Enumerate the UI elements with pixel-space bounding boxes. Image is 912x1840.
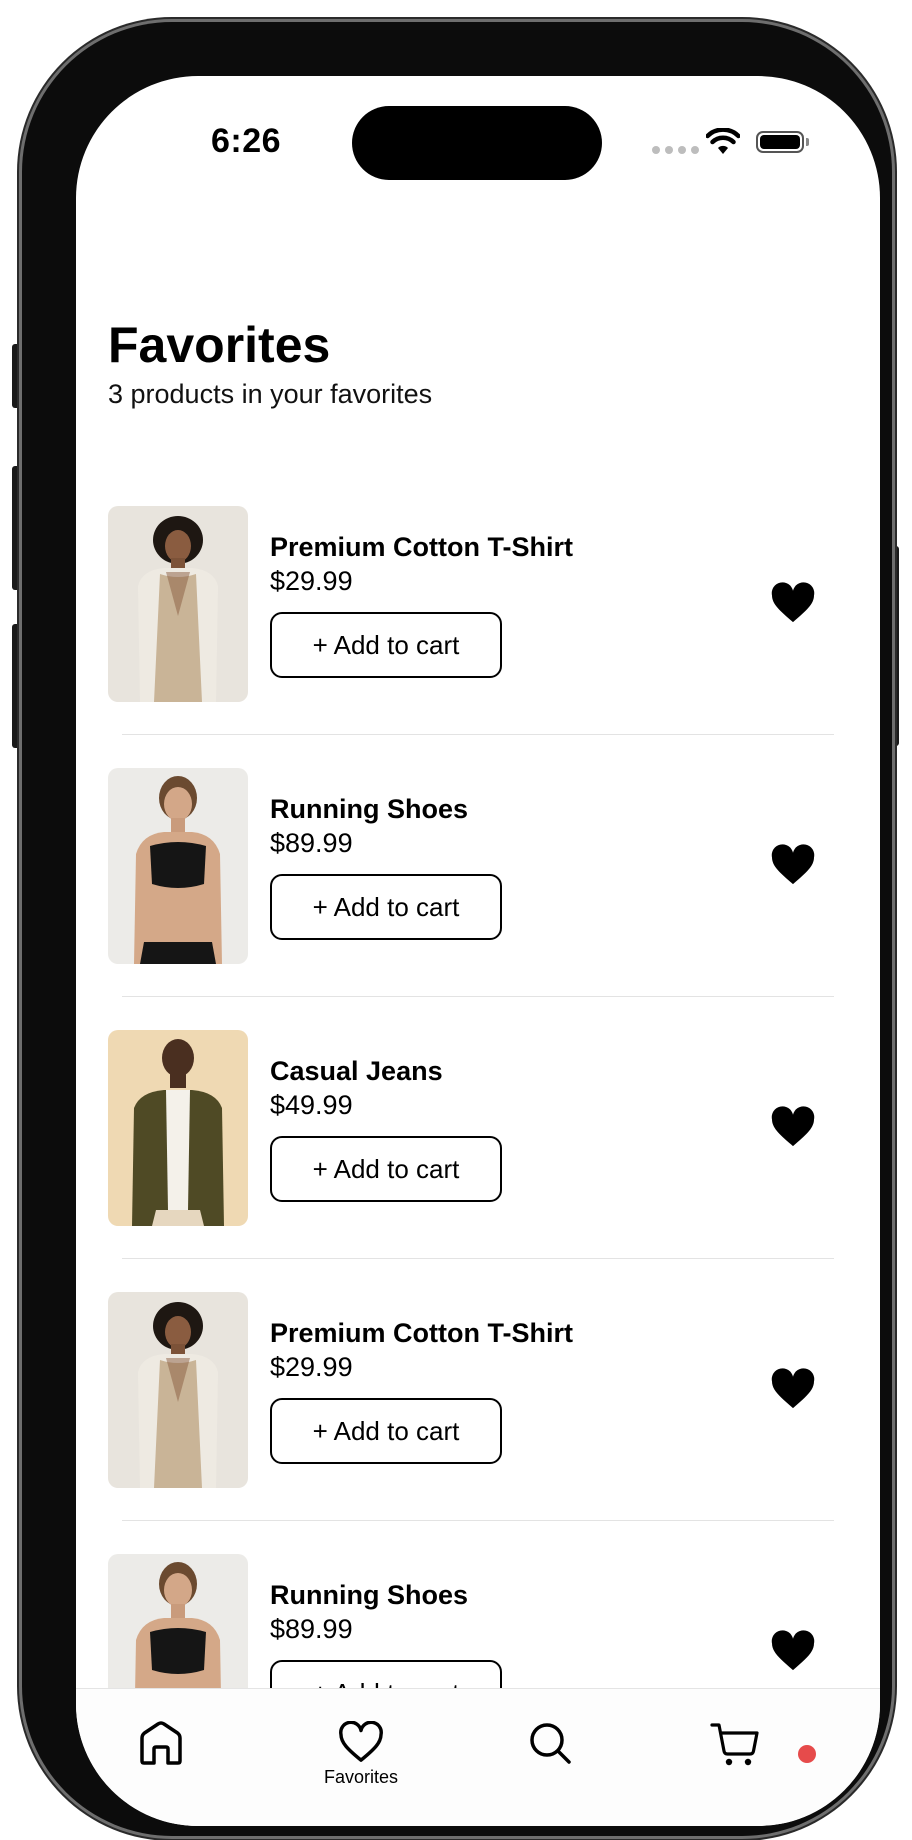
divider (122, 996, 834, 997)
cart-icon (710, 1723, 759, 1766)
heart-filled-icon[interactable] (770, 1106, 816, 1148)
dynamic-island (352, 106, 602, 180)
wifi-icon (706, 128, 740, 154)
add-to-cart-button[interactable]: + Add to cart (270, 1136, 502, 1202)
heart-filled-icon[interactable] (770, 582, 816, 624)
product-image[interactable] (108, 1292, 248, 1488)
volume-down-button (12, 624, 21, 748)
product-name: Running Shoes (270, 794, 468, 824)
action-button (12, 344, 21, 408)
product-price: $89.99 (270, 1614, 353, 1644)
add-to-cart-button[interactable]: + Add to cart (270, 1398, 502, 1464)
list-item[interactable]: Premium Cotton T-Shirt $29.99 + Add to c… (76, 506, 880, 768)
product-name: Running Shoes (270, 1580, 468, 1610)
tab-home[interactable] (138, 1721, 184, 1765)
product-price: $29.99 (270, 1352, 353, 1382)
page-title: Favorites (108, 317, 331, 373)
list-item[interactable]: Running Shoes $89.99 + Add to cart (76, 768, 880, 1030)
search-icon (530, 1723, 571, 1764)
add-to-cart-button[interactable]: + Add to cart (270, 612, 502, 678)
screen: 6:26 Favorites 3 products in your favori… (76, 76, 880, 1826)
product-name: Premium Cotton T-Shirt (270, 532, 573, 562)
home-icon (140, 1721, 182, 1765)
tab-search[interactable] (528, 1721, 572, 1765)
product-price: $29.99 (270, 566, 353, 596)
tab-favorites[interactable]: Favorites (324, 1721, 398, 1788)
heart-filled-icon[interactable] (770, 844, 816, 886)
divider (122, 1258, 834, 1259)
tab-favorites-label: Favorites (324, 1767, 399, 1787)
page-subtitle: 3 products in your favorites (108, 379, 433, 409)
product-name: Casual Jeans (270, 1056, 443, 1086)
heart-filled-icon[interactable] (770, 1630, 816, 1672)
battery-icon (756, 131, 804, 153)
volume-up-button (12, 466, 21, 590)
add-to-cart-button[interactable]: + Add to cart (270, 874, 502, 940)
tab-bar: Favorites (76, 1688, 880, 1826)
status-time: 6:26 (210, 122, 282, 160)
product-name: Premium Cotton T-Shirt (270, 1318, 573, 1348)
divider (122, 734, 834, 735)
product-image[interactable] (108, 768, 248, 964)
product-price: $49.99 (270, 1090, 353, 1120)
heart-filled-icon[interactable] (770, 1368, 816, 1410)
list-item[interactable]: Premium Cotton T-Shirt $29.99 + Add to c… (76, 1292, 880, 1554)
tab-cart[interactable] (710, 1721, 760, 1767)
favorites-list: Premium Cotton T-Shirt $29.99 + Add to c… (76, 506, 880, 1816)
product-price: $89.99 (270, 828, 353, 858)
phone-frame: 6:26 Favorites 3 products in your favori… (22, 22, 892, 1836)
divider (122, 1520, 834, 1521)
cart-badge (798, 1745, 816, 1763)
heart-outline-icon (339, 1721, 383, 1762)
list-item[interactable]: Casual Jeans $49.99 + Add to cart (76, 1030, 880, 1292)
cellular-signal-icon (652, 146, 699, 154)
battery-cap (806, 138, 809, 146)
product-image[interactable] (108, 1030, 248, 1226)
product-image[interactable] (108, 506, 248, 702)
